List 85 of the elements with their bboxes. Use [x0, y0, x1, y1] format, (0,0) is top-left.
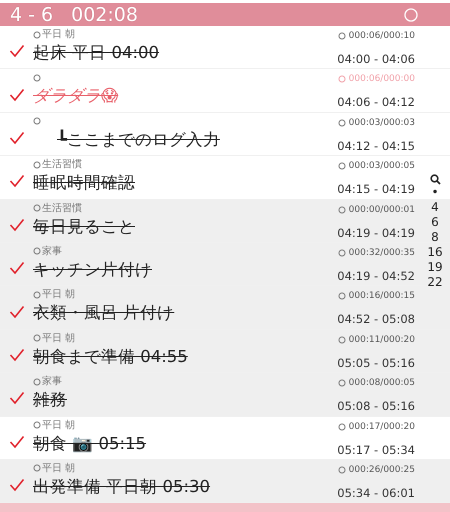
task-title[interactable]: 朝食 📷 05:15 [33, 430, 285, 457]
circle-icon [338, 75, 346, 84]
circle-icon [33, 290, 41, 299]
duration-text: 000:17/000:20 [348, 422, 415, 432]
index-entry[interactable]: • [431, 185, 439, 200]
checkmark-icon[interactable] [8, 304, 24, 319]
circle-icon [33, 204, 41, 212]
circle-icon [33, 464, 41, 472]
circle-icon [33, 30, 41, 38]
circle-icon [338, 162, 346, 170]
time-range: 05:05 - 05:16 [337, 356, 415, 370]
checkmark-icon[interactable] [8, 391, 24, 406]
index-entry[interactable]: 22 [427, 275, 443, 290]
task-title[interactable]: 衣類・風呂 片付け [33, 300, 285, 326]
duration-text: 000:32/000:35 [348, 248, 415, 258]
circle-icon [33, 117, 41, 126]
index-entry[interactable]: 4 [431, 200, 439, 215]
time-range: 04:12 - 04:15 [337, 138, 415, 153]
circle-icon [33, 160, 41, 169]
time-range: 04:19 - 04:52 [337, 268, 415, 283]
index-entry[interactable]: 6 [431, 215, 439, 230]
circle-icon [33, 421, 41, 430]
tag-label: 平日 朝 [42, 420, 76, 431]
circle-icon [338, 118, 346, 127]
tag-label: 平日 朝 [42, 29, 76, 40]
duration-text: 000:03/000:05 [348, 161, 415, 172]
task-title[interactable]: 雑務 [33, 387, 285, 414]
tag-label: 家事 [42, 246, 62, 257]
circle-icon [338, 336, 346, 344]
duration-text: 000:11/000:20 [348, 334, 415, 345]
circle-icon [338, 206, 346, 214]
checkmark-icon[interactable] [8, 44, 24, 58]
task-title[interactable]: 睡眠時間確認 [33, 170, 285, 196]
duration-text: 000:00/000:01 [348, 204, 415, 215]
circle-icon [338, 422, 346, 431]
circle-icon [33, 74, 41, 82]
circle-icon[interactable] [404, 8, 418, 22]
duration-text: 000:26/000:25 [348, 464, 415, 475]
circle-icon [338, 466, 346, 474]
time-range: 05:08 - 05:16 [337, 399, 415, 414]
task-title[interactable]: キッチン片付け [33, 256, 285, 283]
task-title[interactable]: 起床 平日 04:00 [33, 40, 285, 66]
task-title[interactable]: 朝食まで準備 04:55 [33, 344, 285, 370]
time-range: 05:34 - 06:01 [337, 486, 415, 500]
index-entry[interactable]: 8 [431, 230, 439, 245]
index-entry[interactable]: 16 [427, 245, 443, 260]
duration-text: 000:06/000:00 [348, 74, 415, 84]
circle-icon [33, 247, 41, 256]
time-range: 04:06 - 04:12 [337, 95, 415, 110]
circle-icon [33, 378, 41, 386]
time-range: 04:52 - 05:08 [337, 312, 415, 326]
tag-label: 生活習慣 [42, 202, 82, 214]
time-range: 04:00 - 04:06 [337, 52, 415, 66]
time-range: 05:17 - 05:34 [337, 442, 415, 457]
tag-label: 平日 朝 [42, 462, 76, 474]
time-range: 04:15 - 04:19 [337, 182, 415, 196]
tag-label: 生活習慣 [42, 159, 82, 170]
hour-range: 4 - 6 [10, 4, 54, 26]
circle-icon [338, 292, 346, 300]
duration-text: 000:08/000:05 [348, 378, 415, 388]
checkmark-icon[interactable] [8, 218, 24, 232]
tag-label: 家事 [42, 376, 62, 388]
duration-text: 000:06/000:10 [348, 31, 415, 41]
tag-label: 平日 朝 [42, 289, 76, 300]
task-title[interactable]: ┗ここまでのログ入力 [33, 126, 285, 153]
duration-text: 000:03/000:03 [348, 118, 415, 128]
index-entry[interactable]: 19 [427, 260, 443, 275]
checkmark-icon[interactable] [8, 130, 24, 145]
checkmark-icon[interactable] [8, 478, 24, 492]
checkmark-icon[interactable] [8, 348, 24, 362]
duration-text: 000:16/000:15 [348, 291, 415, 302]
checkmark-icon[interactable] [8, 174, 24, 188]
total-time: 002:08 [71, 4, 138, 26]
circle-icon [338, 32, 346, 40]
circle-icon [33, 334, 41, 342]
tag-label: 平日 朝 [42, 332, 76, 344]
time-range: 04:19 - 04:19 [337, 226, 415, 240]
checkmark-icon[interactable] [8, 261, 24, 276]
checkmark-icon[interactable] [8, 434, 24, 449]
search-icon[interactable] [430, 174, 440, 185]
circle-icon [338, 248, 346, 257]
task-title[interactable]: 出発準備 平日朝 05:30 [33, 474, 285, 500]
checkmark-icon[interactable] [8, 88, 24, 102]
task-title[interactable]: 毎日見ること [33, 214, 285, 240]
circle-icon [338, 379, 346, 388]
